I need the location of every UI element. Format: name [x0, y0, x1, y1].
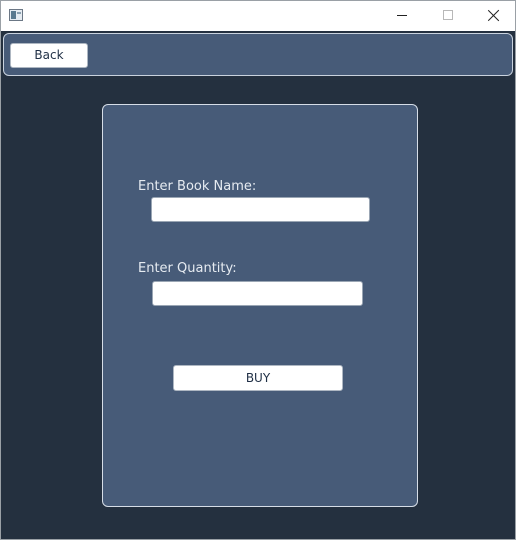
book-name-input[interactable]	[151, 197, 370, 222]
maximize-button[interactable]	[425, 1, 471, 31]
close-icon	[487, 9, 500, 22]
quantity-label: Enter Quantity:	[138, 261, 237, 276]
maximize-icon	[443, 10, 453, 20]
title-bar[interactable]	[1, 1, 515, 31]
minimize-button[interactable]	[379, 1, 425, 31]
top-toolbar: Back	[3, 33, 513, 76]
app-window-icon	[9, 9, 23, 21]
buy-button[interactable]: BUY	[173, 365, 343, 391]
back-button[interactable]: Back	[10, 43, 88, 68]
minimize-icon	[397, 15, 407, 16]
app-window: Back Enter Book Name: Enter Quantity: BU…	[0, 0, 516, 540]
client-area: Back Enter Book Name: Enter Quantity: BU…	[1, 31, 515, 539]
close-button[interactable]	[470, 1, 516, 31]
book-name-label: Enter Book Name:	[138, 179, 257, 194]
purchase-form-panel: Enter Book Name: Enter Quantity: BUY	[102, 104, 418, 507]
quantity-input[interactable]	[152, 281, 363, 306]
